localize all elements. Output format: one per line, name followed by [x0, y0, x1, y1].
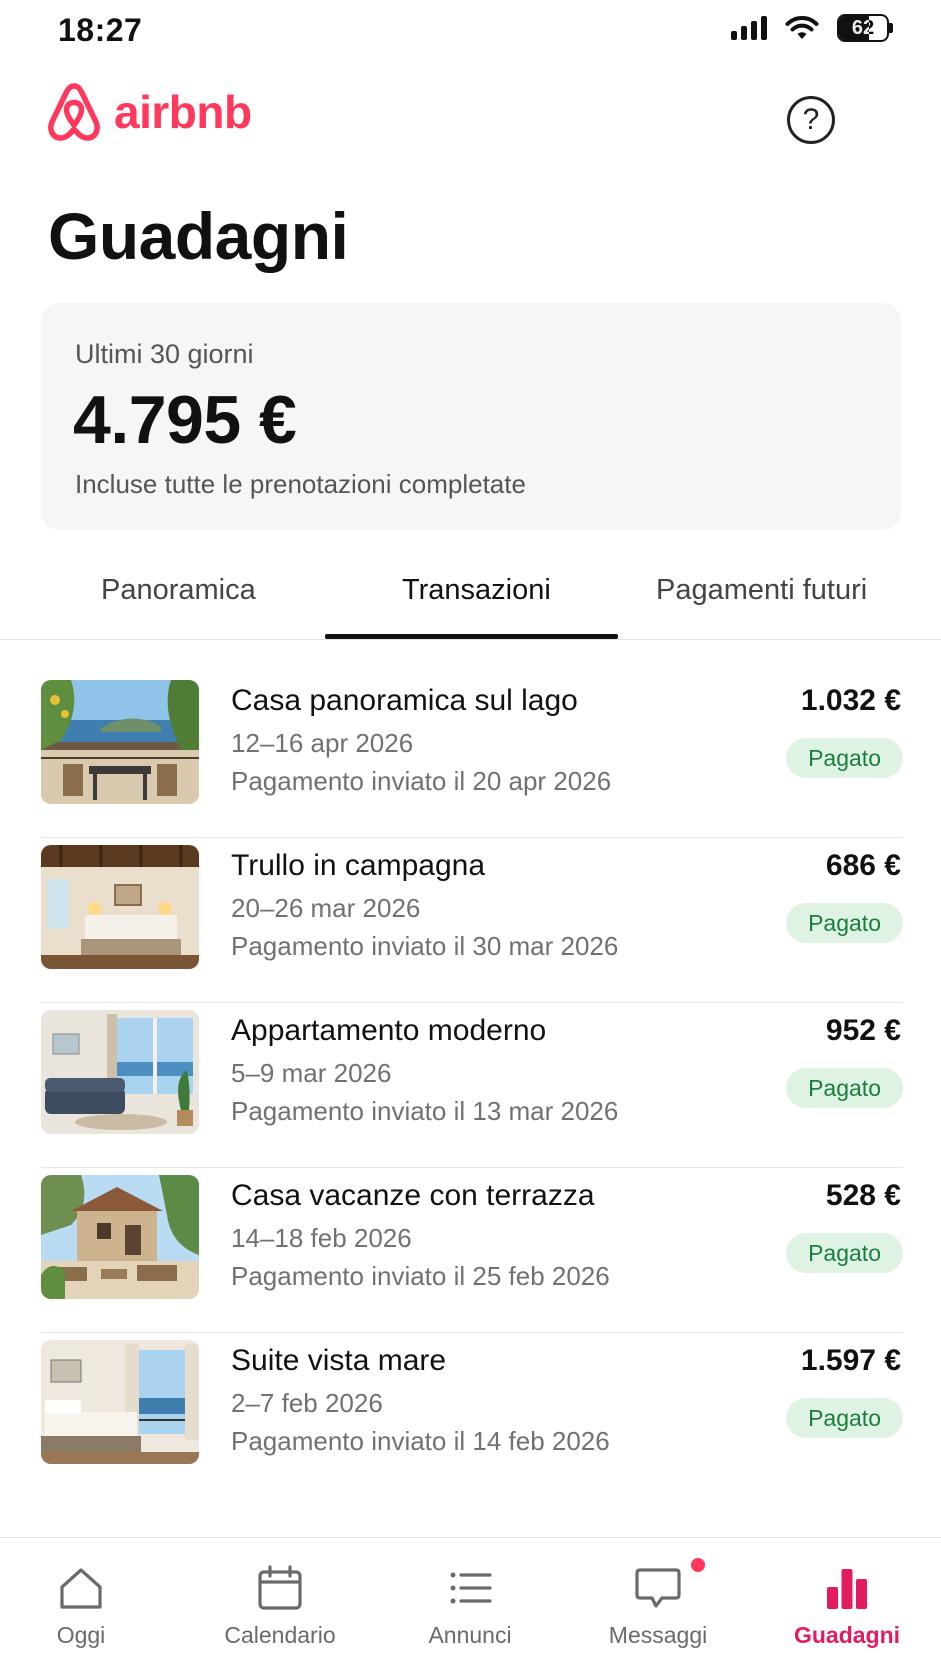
listing-title: Suite vista mare: [231, 1344, 447, 1377]
home-icon: [60, 1568, 102, 1609]
tab-transactions[interactable]: Transazioni: [402, 574, 551, 607]
page-title: Guadagni: [48, 199, 349, 273]
tab-overview[interactable]: Panoramica: [101, 574, 256, 607]
help-button[interactable]: ?: [787, 96, 835, 144]
listing-thumbnail-terrace-lake-view: [41, 680, 199, 804]
tab-bar: Panoramica Transazioni Pagamenti futuri: [0, 560, 941, 640]
battery-icon: 62: [837, 14, 893, 42]
battery-level: 62: [851, 17, 875, 39]
question-circle-icon: ?: [802, 103, 820, 136]
bar-chart-icon: [827, 1569, 867, 1609]
tab-upcoming-payouts[interactable]: Pagamenti futuri: [656, 574, 867, 607]
transaction-amount: 1.597 €: [800, 1344, 901, 1377]
status-badge: Pagato: [786, 1233, 903, 1273]
payout-info: Pagamento inviato il 25 feb 2026: [231, 1261, 610, 1291]
transaction-row[interactable]: Appartamento moderno 5–9 mar 2026 Pagame…: [41, 992, 903, 1168]
listing-thumbnail-bedroom-wood-beams: [41, 845, 199, 969]
calendar-icon: [258, 1565, 302, 1610]
status-badge: Pagato: [786, 1398, 903, 1438]
nav-label: Messaggi: [608, 1622, 708, 1648]
cellular-signal-icon: [731, 16, 767, 40]
listing-title: Appartamento moderno: [231, 1014, 547, 1047]
listing-thumbnail-bedroom-sea-balcony: [41, 1340, 199, 1464]
message-icon: [635, 1568, 681, 1608]
bottom-navigation: Oggi Calendario Annunci Messaggi Guadagn…: [0, 1537, 941, 1672]
payout-info: Pagamento inviato il 20 apr 2026: [231, 766, 612, 796]
status-bar: 18:27 62: [0, 0, 941, 60]
stay-dates: 2–7 feb 2026: [231, 1388, 383, 1418]
transaction-amount: 528 €: [825, 1179, 901, 1212]
nav-label: Guadagni: [793, 1622, 901, 1648]
wifi-icon: [785, 16, 819, 39]
nav-messages[interactable]: Messaggi: [583, 1558, 733, 1649]
airbnb-logo-icon: [48, 83, 100, 141]
transaction-row[interactable]: Casa panoramica sul lago 12–16 apr 2026 …: [41, 662, 903, 838]
stay-dates: 20–26 mar 2026: [231, 893, 421, 923]
nav-label: Annunci: [428, 1622, 512, 1648]
earnings-summary-card: Ultimi 30 giorni 4.795 € Incluse tutte l…: [41, 303, 901, 530]
summary-period-label: Ultimi 30 giorni: [75, 339, 254, 369]
list-icon: [450, 1572, 492, 1604]
transaction-row[interactable]: Casa vacanze con terrazza 14–18 feb 2026…: [41, 1157, 903, 1333]
stay-dates: 12–16 apr 2026: [231, 728, 414, 758]
nav-listings[interactable]: Annunci: [395, 1564, 545, 1649]
listing-title: Casa panoramica sul lago: [231, 684, 578, 717]
payout-info: Pagamento inviato il 30 mar 2026: [231, 931, 619, 961]
transaction-row[interactable]: Trullo in campagna 20–26 mar 2026 Pagame…: [41, 827, 903, 1003]
nav-label: Oggi: [56, 1622, 106, 1648]
nav-today[interactable]: Oggi: [6, 1564, 156, 1649]
listing-title: Trullo in campagna: [231, 849, 486, 882]
notification-dot: [691, 1558, 705, 1572]
status-badge: Pagato: [786, 738, 903, 778]
stay-dates: 14–18 feb 2026: [231, 1223, 412, 1253]
status-time: 18:27: [58, 12, 143, 48]
stay-dates: 5–9 mar 2026: [231, 1058, 392, 1088]
transaction-amount: 1.032 €: [800, 684, 901, 717]
transaction-amount: 686 €: [825, 849, 901, 882]
logo-text: airbnb: [114, 86, 252, 138]
active-tab-indicator: [325, 634, 618, 639]
nav-calendar[interactable]: Calendario: [205, 1564, 355, 1649]
nav-label: Calendario: [224, 1622, 336, 1648]
listing-thumbnail-stone-house-terrace: [41, 1175, 199, 1299]
transaction-row[interactable]: Suite vista mare 2–7 feb 2026 Pagamento …: [41, 1322, 903, 1498]
airbnb-logo[interactable]: airbnb: [46, 82, 252, 142]
listing-thumbnail-living-room-sea-view: [41, 1010, 199, 1134]
status-badge: Pagato: [786, 903, 903, 943]
payout-info: Pagamento inviato il 13 mar 2026: [231, 1096, 619, 1126]
nav-earnings[interactable]: Guadagni: [772, 1564, 922, 1649]
summary-amount: 4.795 €: [73, 382, 297, 458]
listing-title: Casa vacanze con terrazza: [231, 1179, 595, 1212]
transaction-amount: 952 €: [825, 1014, 901, 1047]
summary-note: Incluse tutte le prenotazioni completate: [75, 469, 526, 499]
payout-info: Pagamento inviato il 14 feb 2026: [231, 1426, 610, 1456]
status-icons: 62: [731, 14, 893, 42]
status-badge: Pagato: [786, 1068, 903, 1108]
